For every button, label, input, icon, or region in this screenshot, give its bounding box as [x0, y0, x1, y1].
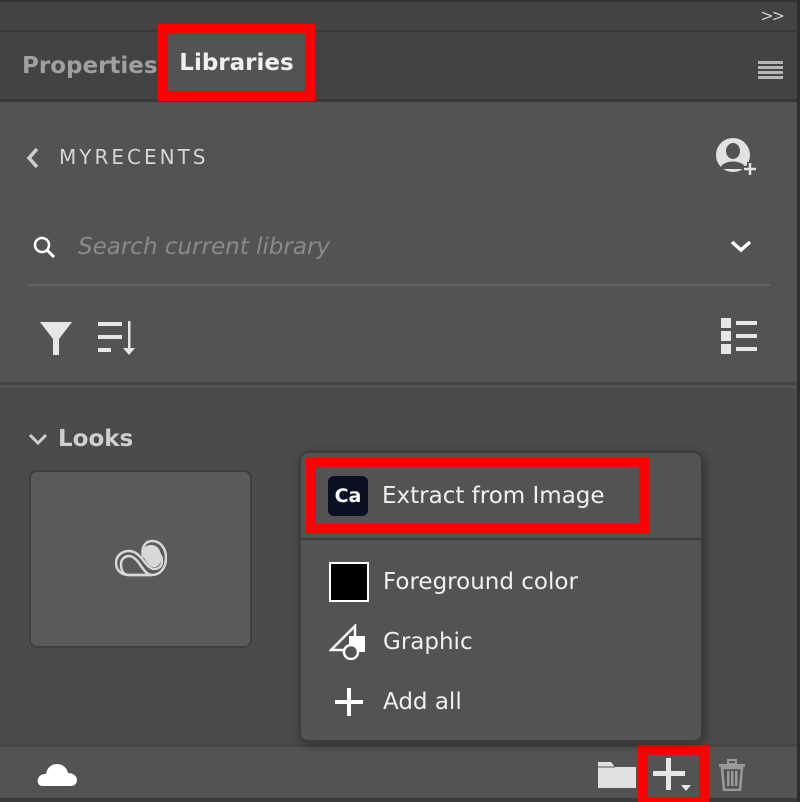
foreground-color-swatch: [329, 562, 369, 602]
menu-item-graphic[interactable]: Graphic: [301, 613, 701, 671]
group-header-looks[interactable]: Looks: [28, 426, 133, 452]
library-toolbar: [0, 300, 797, 385]
sort-icon[interactable]: [98, 320, 138, 360]
folder-icon[interactable]: [597, 759, 637, 793]
menu-divider: [301, 538, 701, 540]
group-title: Looks: [58, 426, 134, 452]
look-item-tile[interactable]: [29, 470, 252, 648]
menu-item-label: Foreground color: [383, 569, 578, 595]
tab-bar: Properties Libraries: [0, 24, 797, 102]
capture-app-icon: Ca: [328, 475, 368, 516]
list-view-icon[interactable]: [721, 318, 757, 358]
library-header: MYRECENTS: [0, 105, 797, 205]
add-user-icon[interactable]: [715, 137, 759, 183]
panel-title-strip: >>: [0, 0, 797, 32]
collapse-panel-button[interactable]: >>: [760, 6, 785, 25]
cloud-icon[interactable]: [37, 761, 79, 791]
add-content-menu: Ca Extract from Image Foreground color G…: [299, 451, 703, 742]
menu-item-add-all[interactable]: Add all: [301, 673, 701, 731]
plus-dropdown-icon[interactable]: [638, 745, 709, 802]
libraries-panel: >> Properties Libraries MYRECENTS Search…: [0, 0, 797, 802]
search-input[interactable]: [78, 228, 678, 266]
menu-item-label: Add all: [383, 689, 462, 715]
chevron-down-icon[interactable]: [730, 238, 752, 257]
menu-item-foreground-color[interactable]: Foreground color: [301, 553, 701, 611]
search-bar: [28, 220, 770, 286]
filter-icon[interactable]: [40, 322, 72, 360]
hamburger-menu-icon[interactable]: [758, 61, 783, 81]
plus-icon: [329, 682, 369, 722]
tab-properties[interactable]: Properties: [22, 32, 158, 99]
bottom-bar: [0, 744, 797, 802]
chevron-down-icon: [28, 433, 48, 445]
graphic-shapes-icon: [329, 622, 369, 662]
library-name: MYRECENTS: [59, 145, 209, 169]
menu-item-label: Extract from Image: [382, 482, 605, 509]
color-swatch-icon: [329, 562, 369, 602]
tab-libraries[interactable]: Libraries: [158, 24, 315, 101]
trash-icon[interactable]: [718, 759, 746, 795]
menu-item-extract-from-image[interactable]: Ca Extract from Image: [306, 457, 649, 534]
search-icon: [32, 235, 58, 265]
creative-cloud-icon: [114, 539, 167, 577]
chevron-left-icon[interactable]: [26, 147, 40, 173]
menu-item-label: Graphic: [383, 629, 473, 655]
